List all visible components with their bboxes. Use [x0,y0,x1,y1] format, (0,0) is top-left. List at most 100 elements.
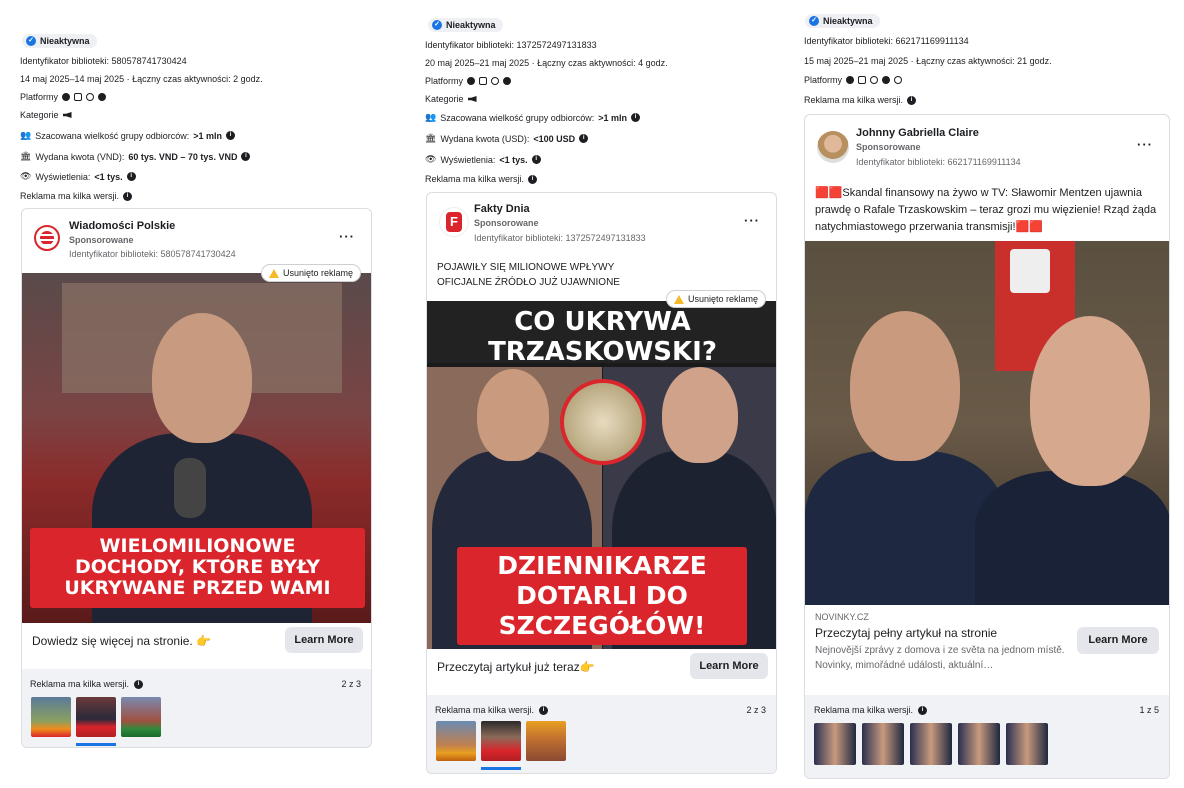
instagram-icon [74,93,83,101]
info-icon[interactable]: i [907,95,917,105]
version-thumbnail[interactable] [121,697,161,737]
status-badge: ✓ Nieaktywna [428,18,503,32]
ad-preview-card: Johnny Gabriella Claire Sponsorowane Ide… [804,114,1170,779]
learn-more-button[interactable]: Learn More [690,653,768,679]
info-icon[interactable]: i [134,679,144,689]
eye-icon: 👁 [20,171,32,181]
info-icon[interactable]: i [631,113,641,122]
audience-row: 👥 Szacowana wielkość grupy odbiorców: >1… [20,130,236,141]
headline-line: UKRYWANE PRZED WAMI [64,577,331,599]
categories-row: Kategorie [425,94,477,104]
ad-panel-3: ✓ Nieaktywna Identyfikator biblioteki: 66… [788,4,1182,784]
messenger-icon [882,76,891,84]
ad-removed-chip: Usunięto reklamę [665,290,766,308]
more-options-button[interactable]: ··· [1137,137,1153,152]
status-badge: ✓ Nieaktywna [22,34,97,48]
instagram-icon [858,76,867,84]
people-icon: 👥 [425,112,437,122]
megaphone-icon [62,112,72,118]
info-icon[interactable]: i [531,155,541,164]
version-thumbnail[interactable] [958,723,1000,765]
card-library-id: Identyfikator biblioteki: 66217116991113… [856,157,1021,167]
info-icon[interactable]: i [241,152,251,161]
megaphone-icon [467,96,477,102]
page-name[interactable]: Fakty Dnia [474,203,530,215]
link-description: Nejnovější zprávy z domova i ze světa na… [815,645,1065,671]
versions-label: Reklama ma kilka wersji. i [30,679,144,689]
version-counter: 2 z 3 [341,679,361,689]
facebook-icon [846,76,855,84]
versions-footer: Reklama ma kilka wersji. i 2 z 3 [22,669,371,747]
face-right [662,367,738,463]
info-icon[interactable]: i [539,705,549,715]
headline-line: CO UKRYWA [514,307,691,337]
more-options-button[interactable]: ··· [744,213,760,228]
library-id: Identyfikator biblioteki: 58057874173042… [20,56,187,66]
face-right [1030,316,1150,486]
card-library-id: Identyfikator biblioteki: 13725724971318… [474,233,646,243]
page-name[interactable]: Wiadomości Polskie [69,220,175,232]
version-thumbnail[interactable] [526,721,566,761]
sponsored-label: Sponsorowane [69,235,134,245]
link-domain: NOVINKY.CZ [815,612,869,622]
platforms-row: Platformy [20,92,107,102]
versions-note: Reklama ma kilka wersji. i [425,174,538,184]
version-thumbnail[interactable] [814,723,856,765]
info-icon[interactable]: i [126,172,136,181]
page-name[interactable]: Johnny Gabriella Claire [856,127,979,139]
info-icon[interactable]: i [528,174,538,184]
info-icon[interactable]: i [579,134,589,143]
money-icon: 🏛 [20,151,32,161]
people-icon: 👥 [20,130,32,140]
learn-more-button[interactable]: Learn More [285,627,363,653]
eye-icon: 👁 [425,154,437,164]
info-icon[interactable]: i [918,705,928,715]
learn-more-button[interactable]: Learn More [1077,627,1159,654]
version-thumbnail[interactable] [31,697,71,737]
link-title[interactable]: Przeczytaj pełny artykuł na stronie [815,626,997,640]
headline-line: DOTARLI DO [516,581,688,610]
headline-line: DOCHODY, KTÓRE BYŁY [74,556,320,578]
facebook-icon [467,77,476,85]
version-counter: 2 z 3 [746,705,766,715]
face-left [850,311,960,461]
version-counter: 1 z 5 [1139,705,1159,715]
version-thumbnail[interactable] [862,723,904,765]
headline-line: WIELOMILIONOWE [99,535,296,557]
messenger-icon [503,77,512,85]
more-options-button[interactable]: ··· [339,229,355,244]
ad-removed-chip: Usunięto reklamę [260,264,361,282]
ad-body-text: 🟥🟥Skandal finansowy na żywo w TV: Sławom… [815,187,1157,233]
ad-panel-1: ✓ Nieaktywna Identyfikator biblioteki: 58… [10,20,384,760]
version-thumbnail-selected[interactable] [76,697,116,737]
run-dates: 14 maj 2025–14 maj 2025 · Łączny czas ak… [20,74,263,84]
info-icon[interactable]: i [123,191,133,201]
versions-label: Reklama ma kilka wersji. i [435,705,549,715]
check-icon: ✓ [432,20,442,30]
spend-row: 🏛 Wydana kwota (USD): <100 USD i [425,133,589,144]
check-icon: ✓ [26,36,36,46]
warning-icon [673,294,684,304]
status-badge: ✓ Nieaktywna [805,14,880,28]
page-avatar[interactable] [817,131,849,163]
version-thumbnail[interactable] [1006,723,1048,765]
views-row: 👁 Wyświetlenia: <1 tys. i [425,154,541,165]
info-icon[interactable]: i [226,131,236,140]
audience-network-icon [870,76,879,84]
emblem [1010,249,1050,293]
page-avatar[interactable]: F [439,207,469,237]
platforms-row: Platformy [425,76,512,86]
platforms-row: Platformy [804,75,903,85]
money-circle [560,379,646,465]
page-avatar[interactable] [34,225,60,251]
ad-panel-2: ✓ Nieaktywna Identyfikator biblioteki: 13… [396,6,782,781]
instagram-icon [479,77,488,85]
ad-preview-card: F Fakty Dnia Sponsorowane Identyfikator … [426,192,777,774]
version-thumbnail[interactable] [436,721,476,761]
selected-indicator [76,743,116,746]
sponsored-label: Sponsorowane [474,218,539,228]
run-dates: 15 maj 2025–21 maj 2025 · Łączny czas ak… [804,56,1052,66]
version-thumbnail[interactable] [910,723,952,765]
versions-note: Reklama ma kilka wersji. i [804,95,917,105]
version-thumbnail-selected[interactable] [481,721,521,761]
